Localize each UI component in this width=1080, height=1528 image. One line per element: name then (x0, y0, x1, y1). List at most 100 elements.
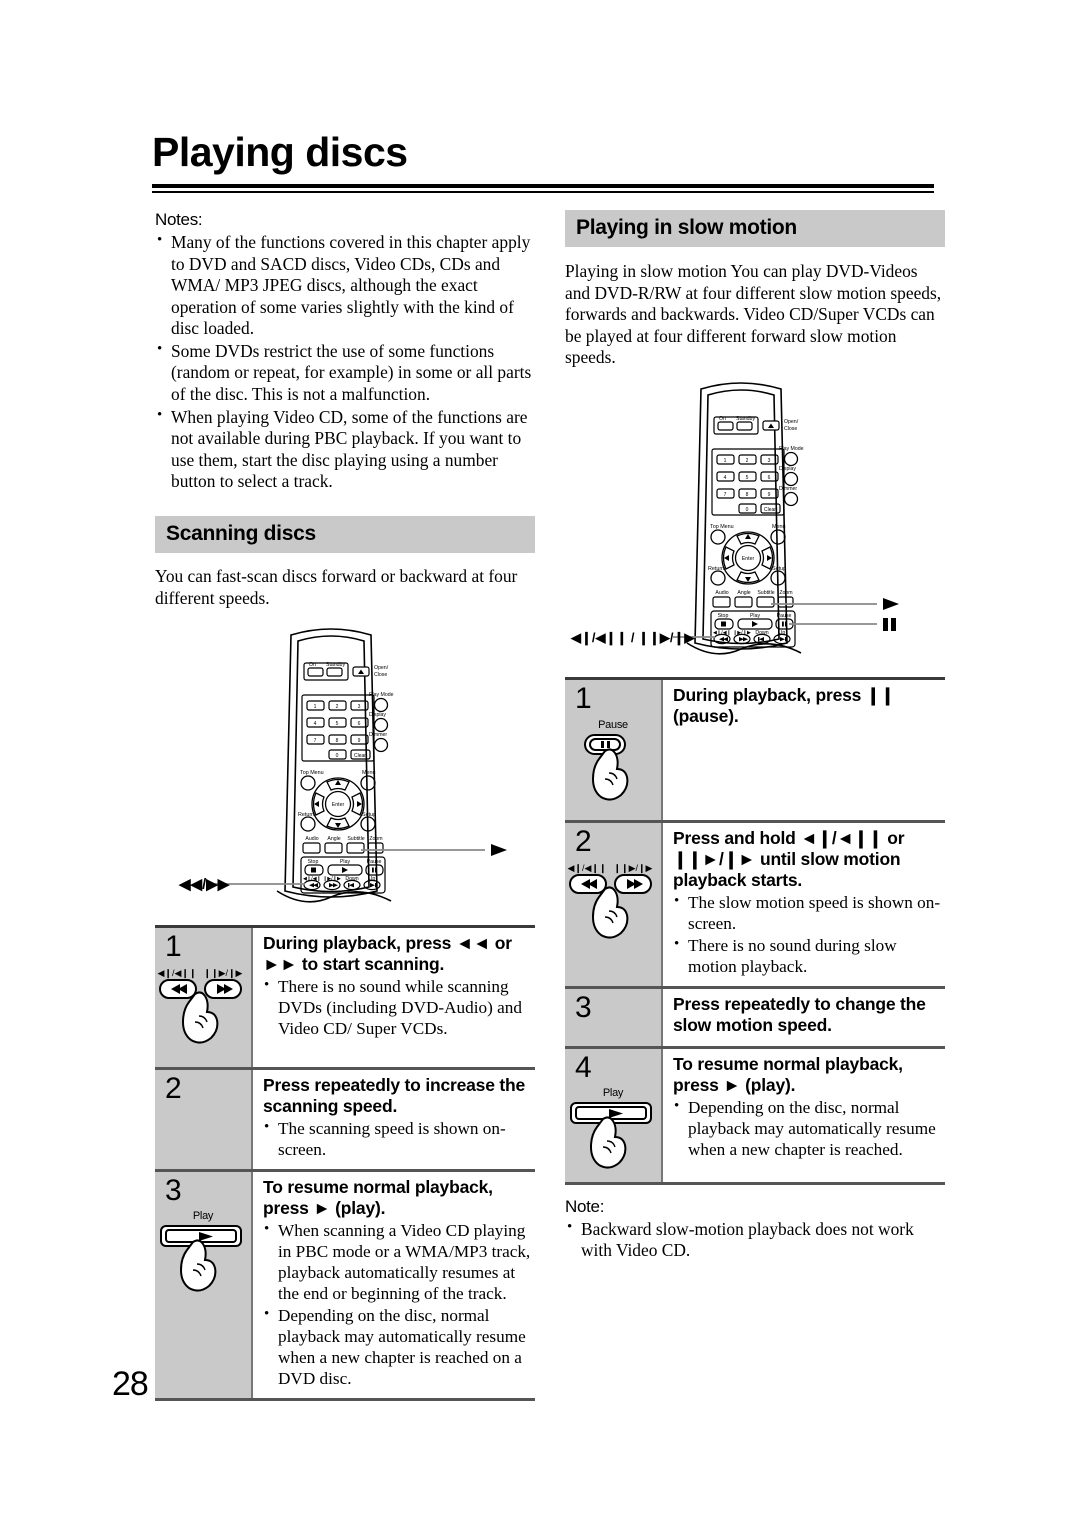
svg-text:Up: Up (369, 876, 376, 882)
step-number: 3 (575, 990, 592, 1024)
svg-text:Open/: Open/ (374, 665, 389, 671)
button-label-play: Play (192, 1210, 214, 1223)
step-heading: Press and hold ◄❙/◄❙❙ or ❙❙►/❙► until sl… (673, 827, 905, 890)
svg-text:Subtitle: Subtitle (757, 590, 774, 596)
svg-text:On: On (309, 662, 316, 668)
svg-text:Standby: Standby (736, 416, 755, 422)
svg-text:3: 3 (358, 704, 361, 710)
table-row: 3 Play To resume normal playback, press … (155, 1172, 535, 1398)
step-heading: During playback, press ❙❙ (pause). (673, 684, 895, 726)
button-label-fwd: ❙❙▶/❙▶ (614, 863, 653, 874)
svg-text:Stop: Stop (718, 613, 729, 619)
svg-text:2: 2 (336, 704, 339, 710)
svg-text:Angle: Angle (327, 836, 340, 842)
step-bullets: Depending on the disc, normal playback m… (673, 1097, 945, 1161)
table-row: 1 Pause During playback, press ❙❙ (pause… (565, 679, 945, 820)
right-column: Playing in slow motion Playing in slow m… (565, 210, 945, 1263)
svg-text:Zoom: Zoom (369, 836, 382, 842)
hand-icon (179, 1239, 217, 1292)
svg-text:4: 4 (314, 721, 317, 727)
svg-text:❙▶/❙▶: ❙▶/❙▶ (733, 630, 751, 636)
button-label-pause: Pause (598, 718, 628, 731)
svg-text:9: 9 (768, 492, 771, 498)
list-item: There is no sound during slow motion pla… (673, 935, 945, 978)
list-item: Backward slow-motion playback does not w… (565, 1218, 945, 1262)
page-number: 28 (112, 1365, 149, 1403)
svg-text:7: 7 (314, 738, 317, 744)
title-rule-thin (152, 191, 934, 193)
svg-text:Setup: Setup (362, 812, 376, 818)
svg-text:2: 2 (746, 458, 749, 464)
table-row: 2 ◀❙/◀❙❙ ❙❙▶/❙▶ Press and hold ◄❙/◄❙❙ or… (565, 822, 945, 986)
svg-text:9: 9 (358, 738, 361, 744)
list-item: When playing Video CD, some of the funct… (155, 406, 535, 493)
svg-text:Down: Down (755, 630, 768, 636)
list-item: Depending on the disc, normal playback m… (673, 1097, 945, 1161)
button-label-play: Play (602, 1086, 624, 1099)
svg-text:Menu: Menu (362, 770, 376, 776)
page-title-block: Playing discs (152, 132, 934, 193)
step-bullets: When scanning a Video CD playing in PBC … (263, 1220, 535, 1390)
svg-text:1: 1 (314, 704, 317, 710)
note-list: Backward slow-motion playback does not w… (565, 1218, 945, 1262)
hand-icon (591, 748, 629, 801)
svg-text:Display: Display (779, 466, 796, 472)
step-body: Press repeatedly to increase the scannin… (251, 1070, 535, 1170)
step-body: During playback, press ◄◄ or ►► to start… (251, 928, 535, 1068)
callout-label-scan: ◀◀/▶▶ (178, 876, 231, 893)
svg-text:0: 0 (336, 753, 339, 759)
svg-text:Dimmer: Dimmer (779, 486, 797, 492)
step-number: 1 (165, 930, 182, 964)
svg-text:On: On (719, 416, 726, 422)
step-heading: Press repeatedly to change the slow moti… (673, 993, 926, 1035)
table-rule (565, 1181, 945, 1185)
document-page: Playing discs Notes: Many of the functio… (0, 0, 1080, 1528)
svg-text:Play Mode: Play Mode (779, 446, 804, 452)
scanning-intro: You can fast-scan discs forward or backw… (155, 565, 518, 608)
svg-text:Close: Close (784, 426, 797, 432)
list-item: Some DVDs restrict the use of some funct… (155, 340, 535, 406)
step-number: 4 (575, 1050, 592, 1084)
button-press-illustration: ◀❙/◀❙❙ ❙❙▶/❙▶ (568, 863, 653, 939)
svg-text:Standby: Standby (326, 662, 345, 668)
section-heading-slow-motion: Playing in slow motion (565, 210, 945, 247)
svg-text:Display: Display (369, 712, 386, 718)
hand-icon (181, 991, 219, 1044)
step-number: 1 (575, 681, 592, 715)
table-rule (155, 1397, 535, 1401)
left-column: Notes: Many of the functions covered in … (155, 210, 535, 1401)
step-heading: To resume normal playback, press ► (play… (673, 1053, 903, 1095)
step-number-cell: 1 ◀❙/◀❙❙ ❙❙▶/❙▶ (155, 928, 251, 1068)
svg-text:Up: Up (779, 630, 786, 636)
svg-text:6: 6 (768, 475, 771, 481)
step-bullets: The slow motion speed is shown on-screen… (673, 892, 945, 978)
svg-text:Setup: Setup (772, 566, 786, 572)
section-heading-scanning: Scanning discs (155, 515, 535, 553)
step-number-cell: 1 Pause (565, 679, 661, 820)
note-block: Note: Backward slow-motion playback does… (565, 1197, 945, 1262)
svg-text:Play Mode: Play Mode (369, 692, 394, 698)
list-item: The scanning speed is shown on-screen. (263, 1118, 535, 1161)
step-heading: To resume normal playback, press ► (play… (263, 1177, 493, 1219)
steps-table-scanning: 1 ◀❙/◀❙❙ ❙❙▶/❙▶ During playback, press ◄… (155, 925, 535, 1401)
remote-illustration-slow-motion: On Standby Open/ Close 123 456 789 0 Cle… (565, 375, 945, 675)
svg-text:Audio: Audio (715, 590, 728, 596)
svg-text:Return: Return (298, 812, 314, 818)
svg-text:1: 1 (724, 458, 727, 464)
svg-text:Play: Play (750, 613, 760, 619)
step-number-cell: 2 (155, 1070, 251, 1170)
list-item: Many of the functions covered in this ch… (155, 231, 535, 340)
svg-text:8: 8 (746, 492, 749, 498)
remote-control-svg: On Standby Open/ Close 123 456 7 8 9 0 C… (178, 628, 507, 903)
svg-text:◀❙/◀❙: ◀❙/◀❙ (713, 630, 731, 636)
svg-text:Stop: Stop (308, 859, 319, 865)
step-number: 3 (165, 1174, 182, 1208)
svg-text:Down: Down (345, 876, 358, 882)
svg-text:Open/: Open/ (784, 419, 799, 425)
step-number-cell: 4 Play (565, 1048, 661, 1182)
remote-illustration-scanning: On Standby Open/ Close 123 456 7 8 9 0 C… (155, 619, 535, 919)
svg-text:Close: Close (374, 672, 387, 678)
svg-text:7: 7 (724, 492, 727, 498)
svg-text:4: 4 (724, 475, 727, 481)
svg-text:Zoom: Zoom (779, 590, 792, 596)
